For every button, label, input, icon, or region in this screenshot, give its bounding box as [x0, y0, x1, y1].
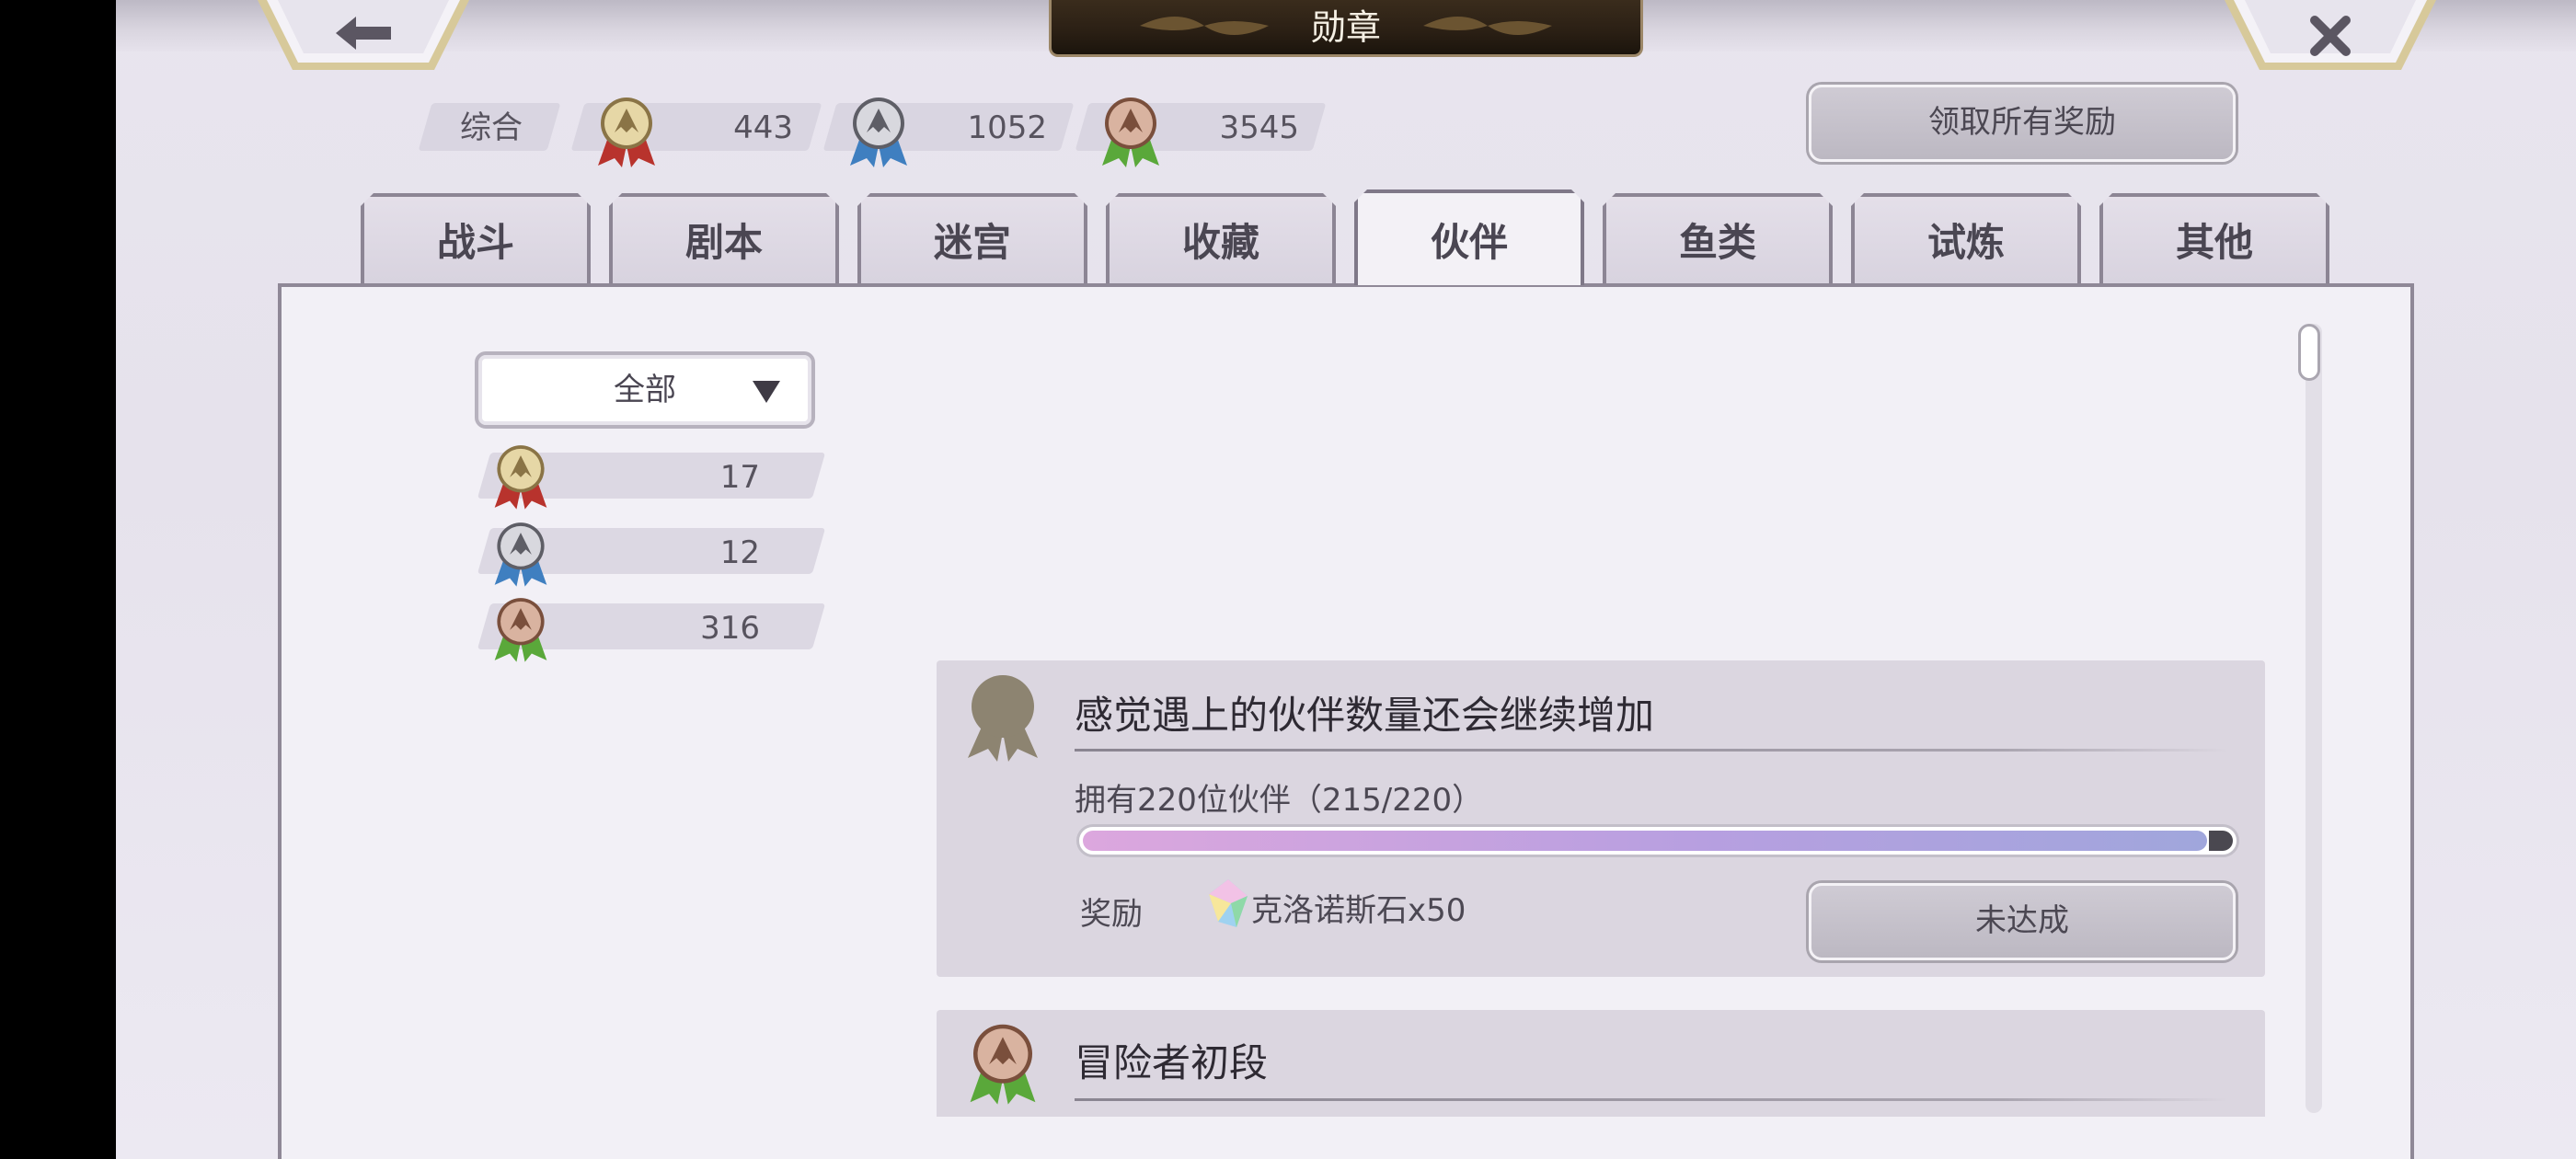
medal-screen: 勋章 综合 443 1052 3545 领取所有奖励 战斗 剧本 迷宫 收藏 鱼… — [116, 0, 2576, 1159]
scrollbar-track[interactable] — [2306, 324, 2322, 1113]
back-button[interactable] — [258, 0, 469, 72]
tab-companion[interactable]: 伙伴 — [1354, 189, 1584, 285]
achievement-title: 冒险者初段 — [1075, 1040, 1269, 1085]
locked-medal-icon — [968, 675, 1038, 762]
silver-medal-icon — [850, 98, 907, 167]
summary-label: 综合 — [460, 109, 523, 146]
filter-dropdown[interactable]: 全部 — [475, 351, 815, 429]
filter-gold-count: 17 — [719, 459, 760, 496]
close-button[interactable] — [2225, 0, 2436, 72]
tab-labyrinth[interactable]: 迷宫 — [857, 193, 1087, 289]
title-divider — [1075, 1098, 2228, 1101]
gold-medal-icon — [494, 445, 547, 510]
claim-all-button[interactable]: 领取所有奖励 — [1809, 85, 2236, 162]
reward-item: 克洛诺斯石x50 — [1251, 892, 1466, 929]
progress-fill — [1083, 831, 2207, 851]
back-arrow-icon — [336, 17, 391, 50]
bronze-medal-icon — [1102, 98, 1159, 167]
bronze-count: 3545 — [1219, 109, 1299, 146]
tab-battle[interactable]: 战斗 — [361, 193, 591, 289]
page-title: 勋章 — [1310, 7, 1381, 48]
silver-count: 1052 — [967, 109, 1047, 146]
gold-medal-icon — [598, 98, 655, 167]
close-icon — [2310, 16, 2351, 56]
list-clip — [937, 1117, 2271, 1159]
tab-script[interactable]: 剧本 — [609, 193, 839, 289]
title-divider — [1075, 749, 2228, 752]
gold-count: 443 — [733, 109, 793, 146]
filter-bronze-count: 316 — [700, 610, 760, 647]
status-button[interactable]: 未达成 — [1809, 883, 2236, 960]
progress-remaining — [2209, 831, 2233, 851]
chronos-stone-icon — [1209, 879, 1248, 927]
scrollbar-thumb[interactable] — [2298, 324, 2320, 381]
title-plate: 勋章 — [1049, 0, 1643, 57]
dropdown-arrow-icon — [753, 381, 780, 403]
progress-bar — [1076, 824, 2239, 857]
bronze-medal-icon — [494, 598, 547, 662]
achievement-condition: 拥有220位伙伴（215/220） — [1075, 782, 1484, 819]
bronze-medal-icon — [970, 1024, 1036, 1105]
tab-other[interactable]: 其他 — [2099, 193, 2329, 289]
tab-trial[interactable]: 试炼 — [1851, 193, 2081, 289]
silver-medal-icon — [494, 522, 547, 587]
tab-fish[interactable]: 鱼类 — [1603, 193, 1833, 289]
filter-silver-count: 12 — [719, 534, 760, 571]
tab-collection[interactable]: 收藏 — [1106, 193, 1336, 289]
reward-label: 奖励 — [1080, 896, 1143, 933]
achievement-title: 感觉遇上的伙伴数量还会继续增加 — [1075, 693, 1655, 738]
